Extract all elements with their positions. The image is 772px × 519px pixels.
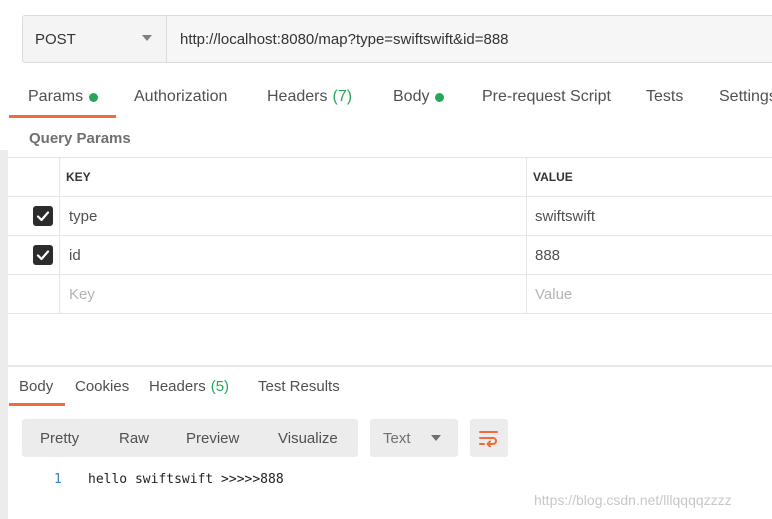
url-input[interactable]: http://localhost:8080/map?type=swiftswif…: [166, 16, 772, 62]
tab-label: Tests: [646, 88, 684, 105]
response-tab-test-results[interactable]: Test Results: [258, 378, 340, 395]
tab-pre-request-script[interactable]: Pre-request Script: [482, 88, 611, 106]
param-key-cell[interactable]: type: [60, 197, 527, 235]
table-row: id 888: [8, 236, 772, 275]
view-visualize-button[interactable]: Visualize: [278, 430, 338, 447]
pane-divider[interactable]: [8, 365, 772, 367]
view-preview-button[interactable]: Preview: [186, 430, 239, 447]
check-cell: [8, 197, 60, 235]
response-tab-body[interactable]: Body: [19, 378, 53, 395]
tab-settings[interactable]: Settings: [719, 88, 772, 106]
url-text: http://localhost:8080/map?type=swiftswif…: [180, 30, 509, 48]
tab-label: Test Results: [258, 378, 340, 395]
chevron-down-icon: [431, 435, 441, 441]
tab-label: Body: [19, 378, 54, 395]
param-checkbox[interactable]: [33, 206, 53, 226]
check-cell: [8, 236, 60, 274]
tab-label: Authorization: [134, 88, 228, 105]
new-key-input[interactable]: Key: [60, 275, 527, 313]
request-tabs: Params Authorization Headers (7) Body Pr…: [0, 78, 772, 118]
tab-authorization[interactable]: Authorization: [134, 88, 227, 106]
checkmark-icon: [36, 211, 50, 222]
query-params-title: Query Params: [29, 130, 131, 147]
method-label: POST: [35, 30, 76, 48]
tab-label: Params: [28, 88, 84, 105]
view-raw-button[interactable]: Raw: [119, 430, 149, 447]
active-tab-indicator: [9, 403, 65, 406]
column-header-value: VALUE: [533, 170, 573, 184]
tab-label: Headers: [267, 88, 328, 105]
table-header: KEY VALUE: [8, 158, 772, 197]
view-pretty-button[interactable]: Pretty: [40, 430, 79, 447]
headers-count: (5): [210, 378, 230, 395]
tab-tests[interactable]: Tests: [646, 88, 683, 106]
tab-headers[interactable]: Headers (7): [267, 88, 352, 106]
new-value-input[interactable]: Value: [527, 275, 772, 313]
response-tab-headers[interactable]: Headers (5): [149, 378, 229, 395]
column-header-key: KEY: [60, 158, 527, 196]
response-tab-cookies[interactable]: Cookies: [75, 378, 129, 395]
param-value: swiftswift: [535, 207, 595, 225]
table-row: type swiftswift: [8, 197, 772, 236]
status-dot-icon: [435, 92, 445, 102]
format-dropdown[interactable]: Text: [370, 419, 458, 457]
tab-label: Headers: [149, 378, 206, 395]
param-key-cell[interactable]: id: [60, 236, 527, 274]
view-mode-group: Pretty Raw Preview Visualize: [22, 419, 358, 457]
format-label: Text: [383, 429, 411, 447]
left-gutter: [0, 150, 8, 519]
chevron-down-icon: [142, 35, 152, 41]
active-tab-indicator: [9, 115, 116, 118]
wrap-lines-button[interactable]: [470, 419, 508, 457]
tab-label: Settings: [719, 88, 772, 105]
tab-label: Pre-request Script: [482, 88, 611, 105]
status-dot-icon: [89, 92, 99, 102]
check-cell: [8, 275, 60, 313]
tab-body[interactable]: Body: [393, 88, 445, 106]
table-row-new: Key Value: [8, 275, 772, 314]
wrap-lines-icon: [479, 431, 498, 447]
tab-label: Body: [393, 88, 430, 105]
header-check-cell: [8, 158, 60, 196]
headers-count: (7): [332, 88, 353, 105]
param-checkbox[interactable]: [33, 245, 53, 265]
response-body-text: hello swiftswift >>>>>888: [88, 472, 284, 487]
param-value-cell[interactable]: swiftswift: [527, 197, 772, 235]
param-value-cell[interactable]: 888: [527, 236, 772, 274]
params-table: KEY VALUE type swiftswift id 888 Key Val…: [8, 157, 772, 314]
tab-label: Cookies: [75, 378, 130, 395]
param-key: type: [69, 207, 98, 225]
param-value: 888: [535, 246, 561, 264]
request-bar: POST http://localhost:8080/map?type=swif…: [22, 15, 772, 63]
line-number: 1: [54, 472, 62, 487]
method-dropdown[interactable]: POST: [23, 16, 166, 62]
param-key: id: [69, 246, 81, 264]
tab-params[interactable]: Params: [28, 88, 99, 106]
checkmark-icon: [36, 250, 50, 261]
watermark: https://blog.csdn.net/lllqqqqzzzz: [534, 492, 732, 508]
